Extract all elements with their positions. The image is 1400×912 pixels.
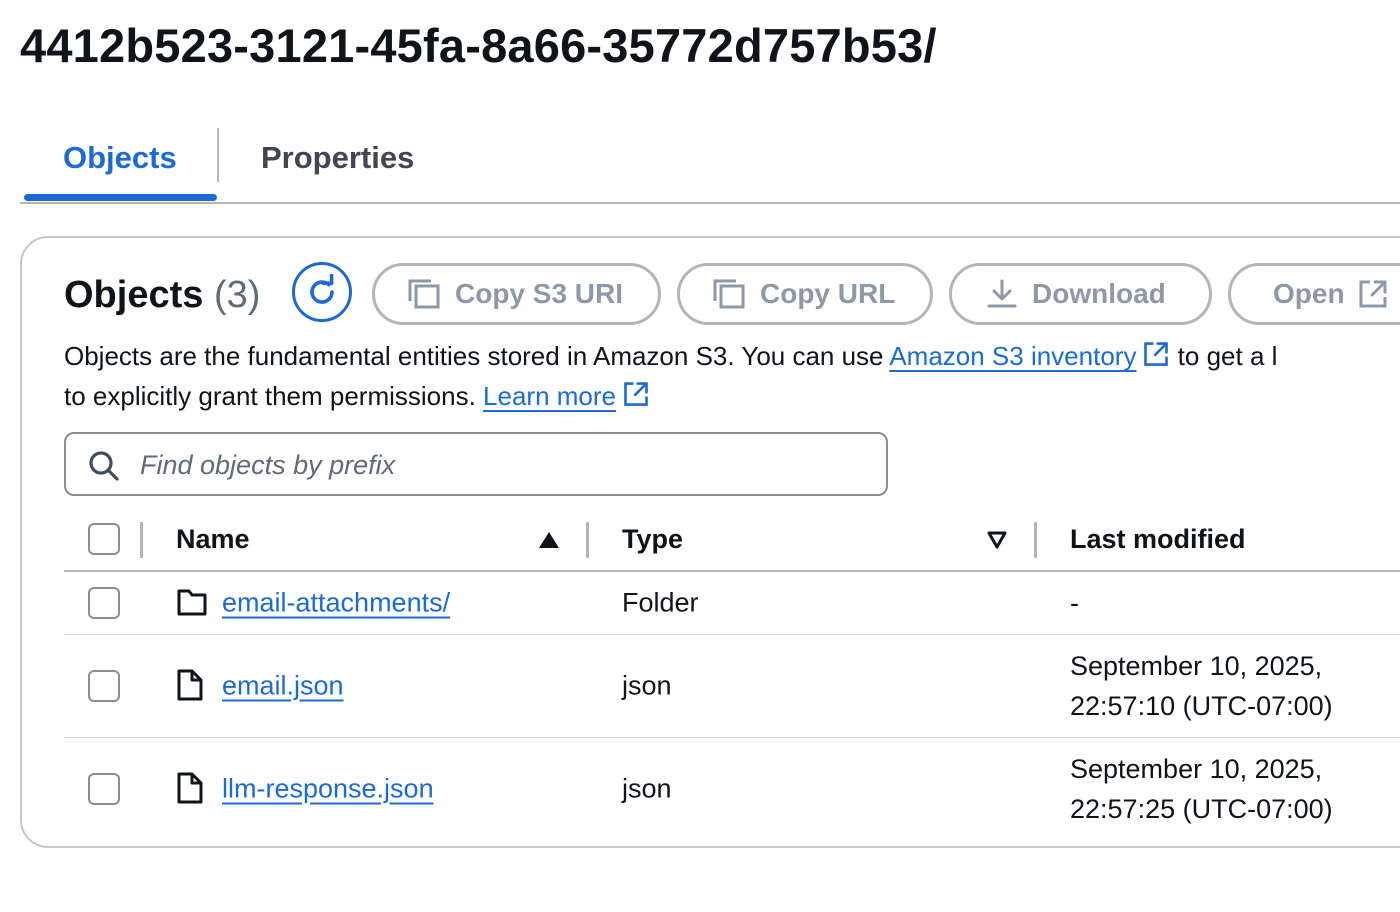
active-tab-indicator (24, 194, 217, 201)
select-all-checkbox[interactable] (88, 523, 120, 555)
copy-url-label: Copy URL (760, 278, 896, 309)
table-row: email.json json September 10, 2025, 22:5… (64, 635, 1400, 738)
tab-bar: Objects Properties (20, 126, 1400, 204)
table-header: Name Type Last modified (64, 510, 1400, 572)
open-label: Open (1273, 278, 1345, 309)
object-name-link[interactable]: email-attachments/ (222, 588, 450, 619)
description-text-2: to explicitly grant them permissions. (64, 381, 484, 411)
objects-table: Name Type Last modified email-attachment… (64, 510, 1400, 840)
object-name-link[interactable]: email.json (222, 671, 344, 702)
description-text: Objects are the fundamental entities sto… (64, 341, 890, 371)
objects-heading: Objects (3) (64, 274, 260, 317)
objects-description: Objects are the fundamental entities sto… (64, 336, 1400, 416)
tab-objects-label: Objects (63, 140, 177, 175)
column-header-last-modified[interactable]: Last modified (1070, 524, 1246, 555)
column-divider (1034, 522, 1037, 558)
search-input[interactable] (138, 442, 862, 488)
external-link-icon (624, 382, 648, 406)
copy-url-button[interactable]: Copy URL (677, 263, 933, 325)
sort-ascending-icon[interactable] (538, 530, 560, 550)
row-checkbox[interactable] (88, 587, 120, 619)
download-button[interactable]: Download (949, 263, 1212, 325)
object-type: json (622, 670, 672, 701)
learn-more-link[interactable]: Learn more (483, 381, 616, 411)
copy-s3-uri-label: Copy S3 URI (455, 278, 624, 309)
amazon-s3-inventory-link[interactable]: Amazon S3 inventory (889, 341, 1136, 371)
sort-descending-icon[interactable] (986, 530, 1008, 550)
object-name-link[interactable]: llm-response.json (222, 774, 434, 805)
row-checkbox[interactable] (88, 773, 120, 805)
refresh-icon (310, 274, 334, 304)
copy-icon (408, 279, 440, 309)
column-divider (140, 522, 143, 558)
download-label: Download (1032, 278, 1166, 309)
search-box (64, 432, 888, 496)
external-link-icon (1359, 280, 1387, 308)
open-button[interactable]: Open (1228, 263, 1400, 325)
copy-s3-uri-button[interactable]: Copy S3 URI (372, 263, 661, 325)
page-title: 4412b523-3121-45fa-8a66-35772d757b53/ (20, 19, 937, 72)
file-icon (177, 669, 203, 701)
folder-icon (177, 589, 207, 616)
copy-icon (713, 279, 745, 309)
description-text-tail: to get a l (1170, 341, 1278, 371)
download-icon (987, 279, 1017, 308)
objects-count: (3) (213, 274, 261, 316)
column-header-name[interactable]: Name (176, 524, 250, 555)
column-header-type[interactable]: Type (622, 524, 683, 555)
objects-panel: Objects (3) Copy S3 URI Copy URL Downloa… (20, 236, 1400, 848)
table-row: llm-response.json json September 10, 202… (64, 738, 1400, 840)
object-type: json (622, 773, 672, 804)
object-last-modified: September 10, 2025, 22:57:10 (UTC-07:00) (1070, 651, 1333, 721)
file-icon (177, 772, 203, 804)
search-icon (89, 451, 119, 481)
tab-properties[interactable]: Properties (219, 126, 459, 202)
tab-bar-border (20, 202, 1400, 204)
tab-properties-label: Properties (261, 140, 415, 175)
object-last-modified: September 10, 2025, 22:57:25 (UTC-07:00) (1070, 754, 1333, 824)
object-last-modified: - (1070, 588, 1079, 618)
column-divider (586, 522, 589, 558)
row-checkbox[interactable] (88, 670, 120, 702)
refresh-button[interactable] (292, 262, 352, 322)
object-type: Folder (622, 587, 699, 618)
external-link-icon (1144, 342, 1169, 366)
table-row: email-attachments/ Folder - (64, 572, 1400, 635)
objects-heading-label: Objects (64, 274, 204, 316)
tab-objects[interactable]: Objects (24, 126, 217, 202)
